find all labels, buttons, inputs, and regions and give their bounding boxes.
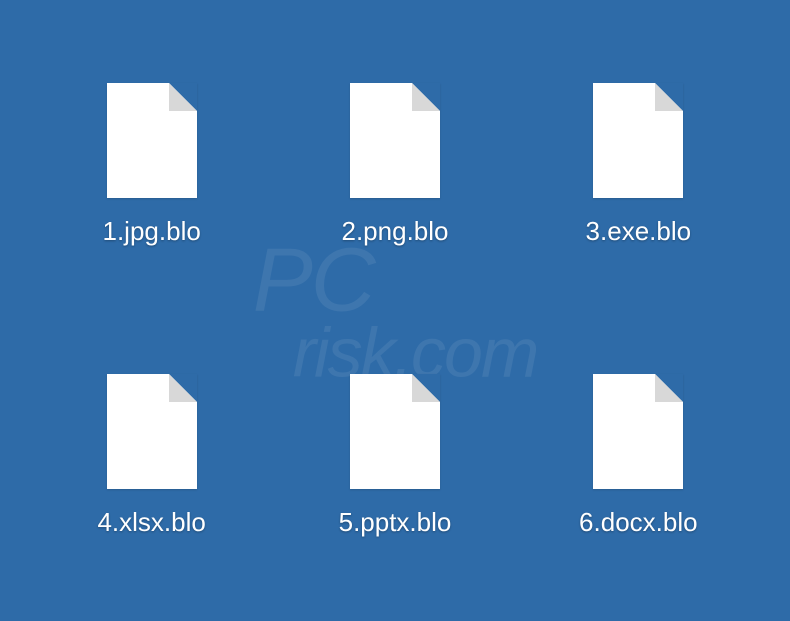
file-label: 5.pptx.blo bbox=[339, 507, 452, 538]
file-label: 4.xlsx.blo bbox=[97, 507, 205, 538]
file-label: 1.jpg.blo bbox=[103, 216, 201, 247]
file-label: 3.exe.blo bbox=[586, 216, 692, 247]
file-item[interactable]: 5.pptx.blo bbox=[283, 321, 506, 592]
file-label: 2.png.blo bbox=[342, 216, 449, 247]
file-label: 6.docx.blo bbox=[579, 507, 698, 538]
file-icon bbox=[107, 83, 197, 198]
file-icon bbox=[350, 374, 440, 489]
desktop-grid: 1.jpg.blo 2.png.blo 3.exe.blo 4.xlsx.blo… bbox=[0, 0, 790, 621]
file-item[interactable]: 3.exe.blo bbox=[527, 30, 750, 301]
file-icon bbox=[593, 83, 683, 198]
file-icon bbox=[350, 83, 440, 198]
file-icon bbox=[593, 374, 683, 489]
file-item[interactable]: 4.xlsx.blo bbox=[40, 321, 263, 592]
file-item[interactable]: 2.png.blo bbox=[283, 30, 506, 301]
file-item[interactable]: 6.docx.blo bbox=[527, 321, 750, 592]
file-icon bbox=[107, 374, 197, 489]
file-item[interactable]: 1.jpg.blo bbox=[40, 30, 263, 301]
